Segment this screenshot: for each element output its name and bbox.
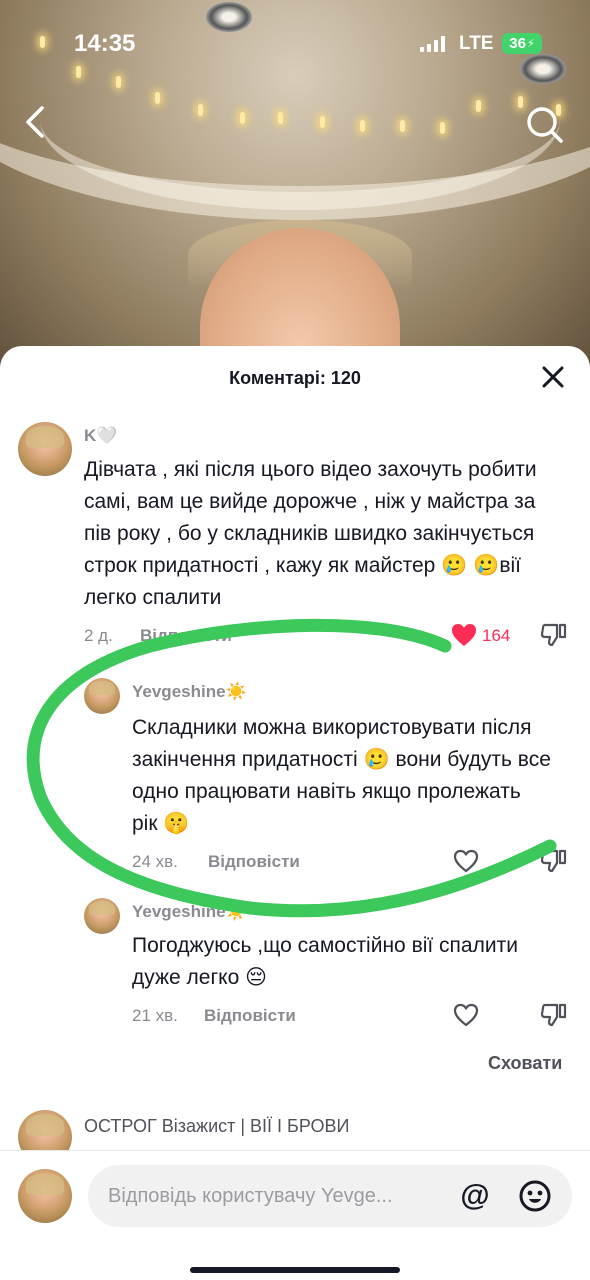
network-type: LTE bbox=[459, 33, 494, 54]
dislike-icon[interactable] bbox=[540, 848, 568, 874]
comments-title: Коментарі: 120 bbox=[229, 368, 361, 388]
hide-replies-button[interactable]: Сховати bbox=[488, 1053, 562, 1074]
comment-text: Погоджуюсь ,що самостійно вії спалити ду… bbox=[132, 934, 518, 989]
search-icon[interactable] bbox=[524, 104, 564, 144]
status-bar: 14:35 LTE 36 ⚡ bbox=[0, 0, 590, 90]
heart-outline-icon[interactable] bbox=[452, 848, 480, 874]
avatar bbox=[18, 1169, 72, 1223]
reply-button[interactable]: Відповісти bbox=[204, 1006, 296, 1026]
avatar[interactable] bbox=[18, 422, 72, 476]
home-indicator bbox=[190, 1267, 400, 1273]
heart-outline-icon[interactable] bbox=[452, 1002, 480, 1028]
dislike-icon[interactable] bbox=[540, 1002, 568, 1028]
close-icon[interactable] bbox=[540, 364, 566, 390]
comment-time: 2 д. bbox=[84, 626, 113, 645]
battery-icon: 36 ⚡ bbox=[502, 33, 542, 54]
heart-filled-icon[interactable] bbox=[450, 622, 478, 648]
reply-button[interactable]: Відповісти bbox=[208, 852, 300, 872]
emoji-smile-icon[interactable] bbox=[518, 1179, 552, 1213]
comments-sheet: Коментарі: 120 K🤍 Дівчата , які після ць… bbox=[0, 346, 590, 1280]
reply-input[interactable] bbox=[108, 1165, 448, 1227]
avatar[interactable] bbox=[84, 678, 120, 714]
reply-bar: @ bbox=[0, 1150, 590, 1280]
avatar[interactable] bbox=[84, 898, 120, 934]
comment-author[interactable]: ОСТРОГ Візажист | ВІЇ І БРОВИ bbox=[84, 1116, 349, 1137]
comment-time: 24 хв. bbox=[132, 852, 178, 871]
battery-level: 36 bbox=[509, 35, 526, 52]
reply-input-box[interactable]: @ bbox=[88, 1165, 572, 1227]
comment-text: Дівчата , які після цього відео захочуть… bbox=[84, 458, 537, 609]
comment-author[interactable]: Yevgeshine☀️ bbox=[132, 902, 247, 922]
status-time: 14:35 bbox=[74, 30, 136, 57]
signal-icon bbox=[420, 36, 445, 52]
reply-button[interactable]: Відповісти bbox=[140, 626, 232, 646]
comment-author[interactable]: Yevgeshine☀️ bbox=[132, 682, 247, 702]
dislike-icon[interactable] bbox=[540, 622, 568, 648]
chevron-left-icon[interactable] bbox=[20, 102, 48, 142]
comment-time: 21 хв. bbox=[132, 1006, 178, 1025]
comment-author[interactable]: K🤍 bbox=[84, 426, 117, 446]
like-count: 164 bbox=[482, 626, 511, 645]
comment-text: Складники можна використовувати після за… bbox=[132, 716, 551, 835]
at-mention-icon[interactable]: @ bbox=[458, 1179, 492, 1213]
